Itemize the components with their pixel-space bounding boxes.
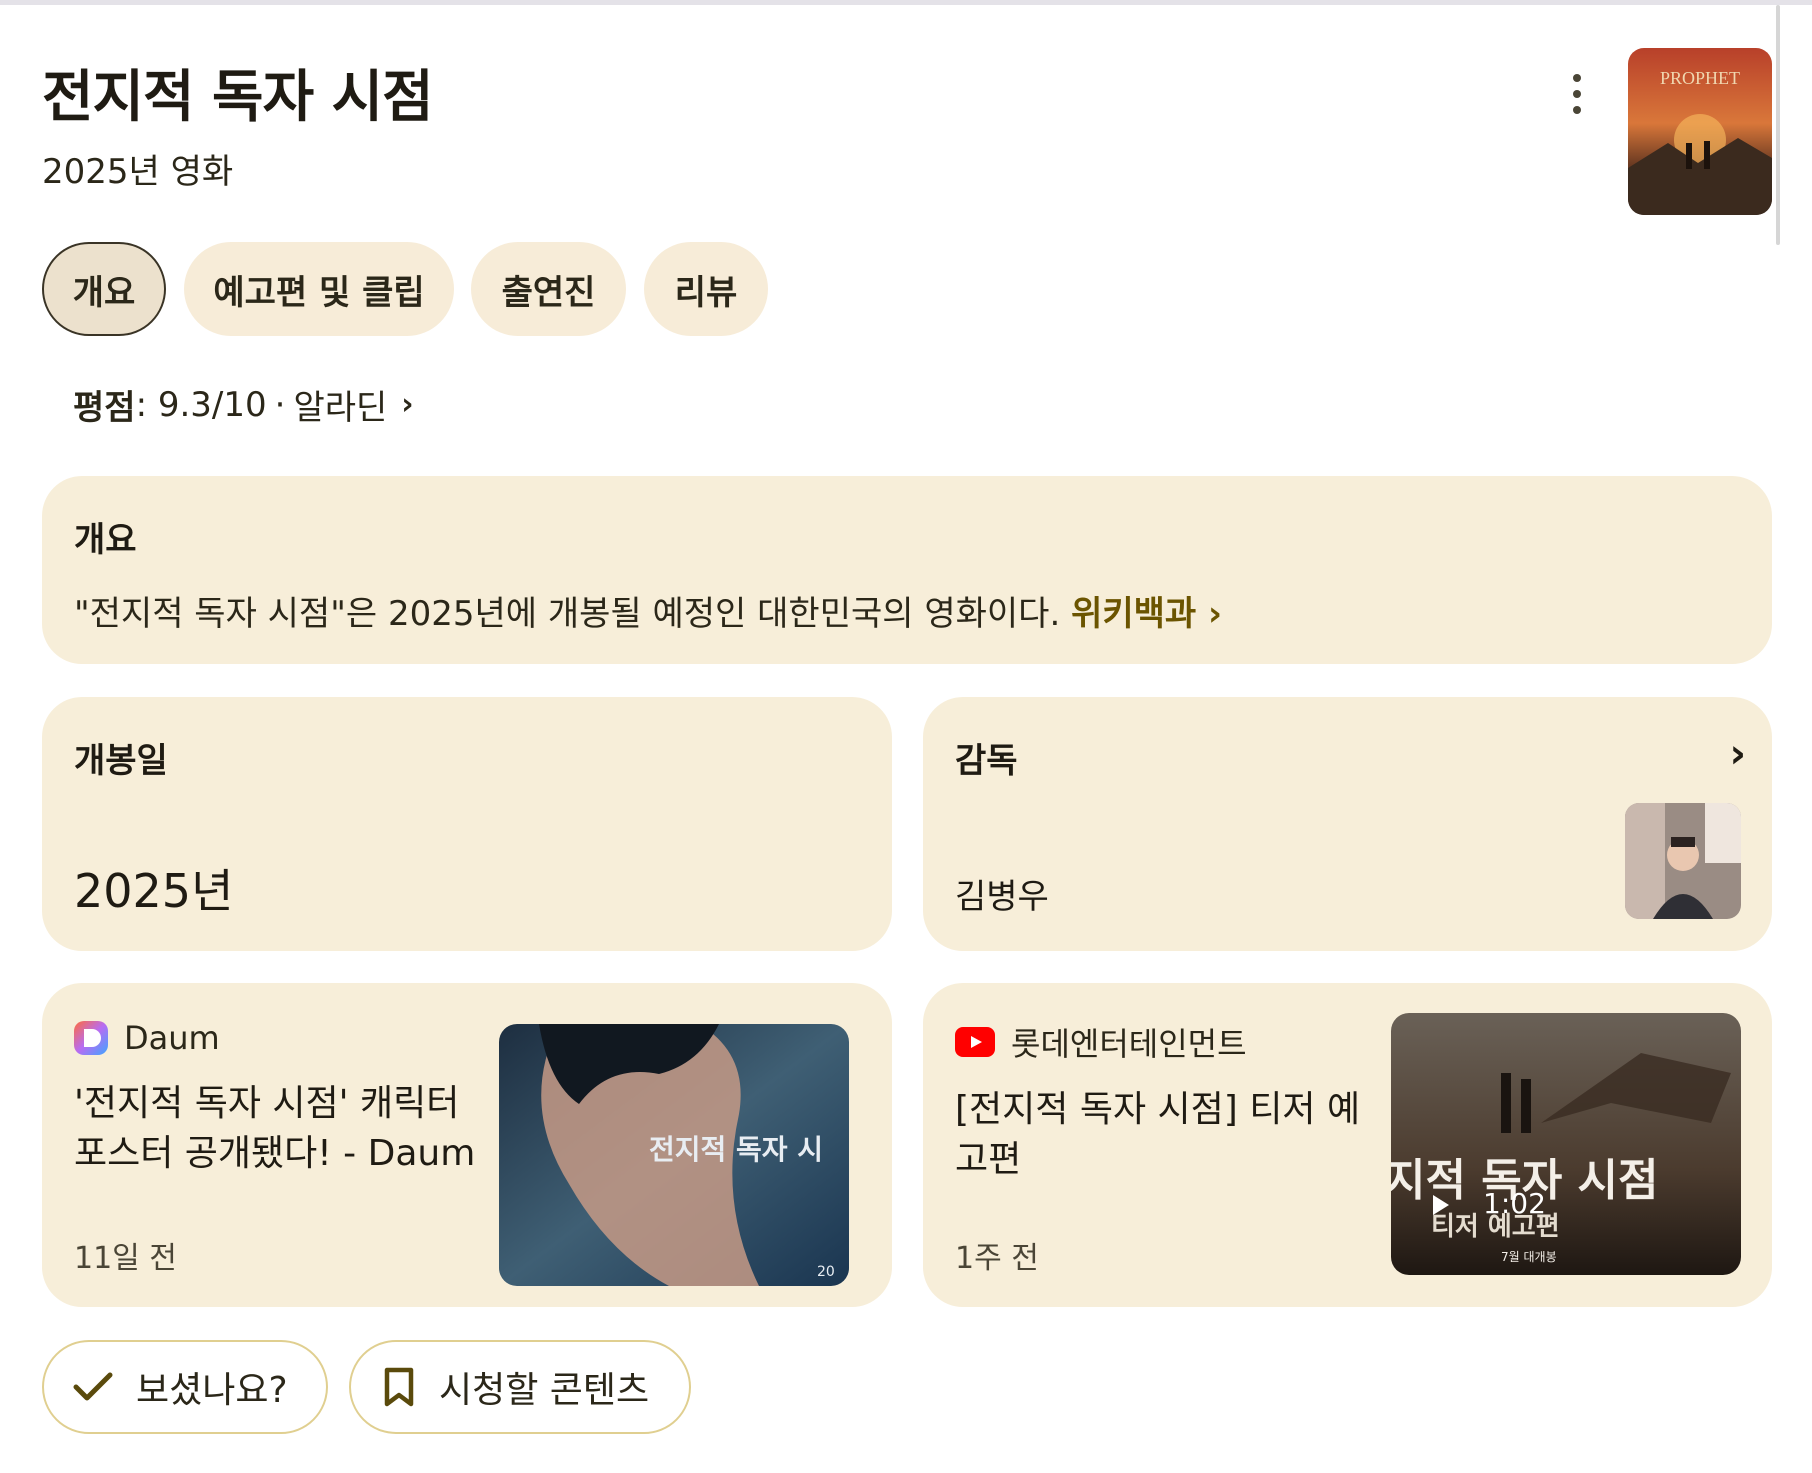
overview-heading: 개요 <box>74 520 137 560</box>
news-card-daum[interactable]: Daum '전지적 독자 시점' 캐릭터 포스터 공개됐다! - Daum 11… <box>42 983 892 1307</box>
director-card[interactable]: 감독 › 김병우 <box>923 697 1772 951</box>
scrollbar[interactable] <box>1776 5 1780 245</box>
release-heading: 개봉일 <box>74 741 168 781</box>
rating-value: : 9.3/10 <box>135 384 267 425</box>
news-thumbnail: 전지적 독자 시 20 <box>499 1024 849 1286</box>
tab-reviews[interactable]: 리뷰 <box>644 242 768 336</box>
daum-logo-icon <box>74 1021 108 1055</box>
svg-text:7월 대개봉: 7월 대개봉 <box>1501 1250 1557 1264</box>
news-card-youtube[interactable]: 롯데엔터테인먼트 [전지적 독자 시점] 티저 예고편 1주 전 지적 독자 시… <box>923 983 1772 1307</box>
top-divider <box>0 0 1812 5</box>
director-photo <box>1625 803 1741 919</box>
watched-button[interactable]: 보셨나요? <box>42 1340 328 1434</box>
overview-card: 개요 "전지적 독자 시점"은 2025년에 개봉될 예정인 대한민국의 영화이… <box>42 476 1772 664</box>
youtube-logo-icon <box>955 1027 995 1057</box>
release-card: 개봉일 2025년 <box>42 697 892 951</box>
news-headline: '전지적 독자 시점' 캐릭터 포스터 공개됐다! - Daum <box>74 1083 476 1174</box>
watched-label: 보셨나요? <box>136 1370 288 1411</box>
director-heading: 감독 <box>955 741 1018 781</box>
bookmark-icon <box>384 1367 414 1407</box>
svg-text:20: 20 <box>817 1264 835 1280</box>
rating-row[interactable]: 평점 : 9.3/10 · 알라딘 › <box>73 380 414 429</box>
news-source: 롯데엔터테인먼트 <box>955 1019 1247 1065</box>
rating-label: 평점 <box>73 388 136 428</box>
video-thumbnail[interactable]: 지적 독자 시점 티저 예고편 7월 대개봉 1:02 <box>1391 1013 1741 1275</box>
news-source-name: 롯데엔터테인먼트 <box>1011 1025 1247 1063</box>
check-icon <box>73 1372 113 1401</box>
news-source-name: Daum <box>124 1019 220 1057</box>
page: 전지적 독자 시점 2025년 영화 PROPHET 개요 예고편 및 클립 출… <box>0 0 1812 1473</box>
rating-source: 알라딘 <box>293 388 388 428</box>
wikipedia-link[interactable]: 위키백과 › <box>1071 594 1222 634</box>
overview-text: "전지적 독자 시점"은 2025년에 개봉될 예정인 대한민국의 영화이다. <box>74 594 1061 634</box>
thumbnail-title-text: 전지적 독자 시 <box>649 1133 823 1166</box>
more-options-icon[interactable] <box>1560 70 1594 118</box>
watchlist-label: 시청할 콘텐츠 <box>439 1370 650 1411</box>
overview-text-row: "전지적 독자 시점"은 2025년에 개봉될 예정인 대한민국의 영화이다. … <box>74 586 1222 635</box>
news-time: 11일 전 <box>74 1241 177 1276</box>
page-subtitle: 2025년 영화 <box>42 152 234 192</box>
director-name: 김병우 <box>955 877 1049 917</box>
news-source: Daum <box>74 1019 220 1057</box>
video-duration: 1:02 <box>1483 1187 1546 1220</box>
chevron-right-icon: › <box>401 387 414 422</box>
tab-trailers[interactable]: 예고편 및 클립 <box>184 242 454 336</box>
tab-cast[interactable]: 출연진 <box>471 242 626 336</box>
release-value: 2025년 <box>74 864 234 918</box>
poster-title-text: PROPHET <box>1660 68 1740 88</box>
chevron-right-icon: › <box>1729 731 1746 777</box>
rating-separator: · <box>274 384 286 425</box>
movie-poster[interactable]: PROPHET <box>1628 48 1772 215</box>
news-headline: [전지적 독자 시점] 티저 예고편 <box>955 1089 1361 1180</box>
watchlist-button[interactable]: 시청할 콘텐츠 <box>349 1340 691 1434</box>
news-time: 1주 전 <box>955 1241 1039 1276</box>
tab-overview[interactable]: 개요 <box>42 242 166 336</box>
page-title: 전지적 독자 시점 <box>42 65 434 130</box>
